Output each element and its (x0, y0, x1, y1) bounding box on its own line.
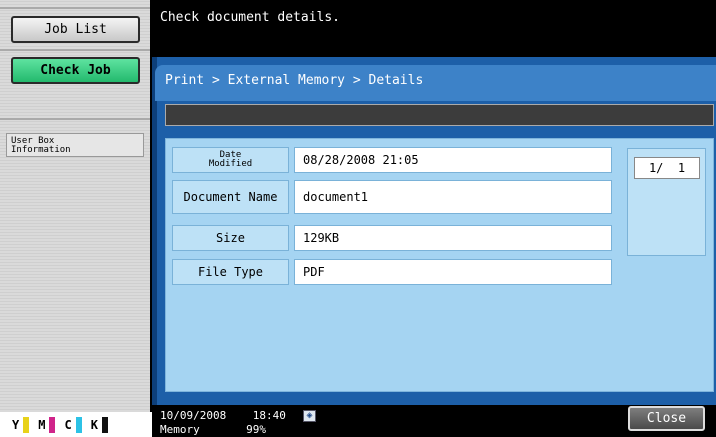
toner-levels: Y M C K (0, 412, 162, 437)
toner-k-letter: K (90, 417, 98, 432)
message-text: Check document details. (152, 0, 716, 56)
job-list-button[interactable]: Job List (11, 16, 140, 43)
size-label: Size (172, 225, 289, 251)
breadcrumb: Print > External Memory > Details (155, 65, 716, 101)
toner-m-bar (49, 416, 56, 433)
network-icon: ◈ (303, 410, 316, 422)
toner-k-bar (101, 416, 108, 433)
toner-c-letter: C (64, 417, 72, 432)
title-bar (165, 104, 714, 126)
toner-c-bar (75, 416, 82, 433)
status-datetime: 10/09/2008 18:40 (160, 409, 286, 422)
info-label-line2: Information (11, 145, 71, 155)
toner-m-letter: M (38, 417, 46, 432)
check-job-button[interactable]: Check Job (11, 57, 140, 84)
status-memory: Memory 99% (160, 424, 266, 436)
document-name-label: Document Name (172, 180, 289, 214)
file-type-value: PDF (294, 259, 612, 285)
size-value: 129KB (294, 225, 612, 251)
file-type-label: File Type (172, 259, 289, 285)
user-box-information-button[interactable]: User Box Information (6, 133, 144, 157)
date-modified-label: Date Modified (172, 147, 289, 173)
date-label-line2: Modified (208, 159, 253, 169)
date-modified-value: 08/28/2008 21:05 (294, 147, 612, 173)
toner-y-letter: Y (12, 417, 20, 432)
page-indicator: 1/ 1 (634, 157, 700, 179)
sidebar-divider (0, 118, 150, 120)
sidebar-divider (0, 49, 150, 51)
toner-y-bar (23, 416, 30, 433)
close-button[interactable]: Close (628, 406, 705, 431)
sidebar-divider (0, 7, 150, 9)
document-name-value: document1 (294, 180, 612, 214)
